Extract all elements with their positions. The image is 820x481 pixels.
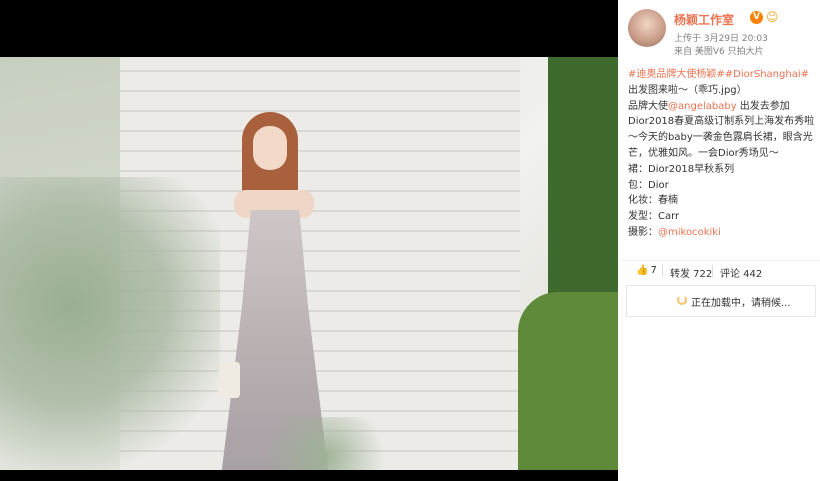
action-bar: 👍 7 转发 722 评论 442: [618, 260, 820, 281]
loading-text: 正在加载中，请稍候...: [691, 298, 791, 309]
avatar[interactable]: [628, 9, 666, 47]
post-side-panel: 杨颖工作室 V ☺ 上传于 3月29日 20:03 来自 美图V6 只拍大片 #…: [618, 0, 820, 481]
photo-hedge: [518, 292, 618, 470]
post-bag: 包：Dior: [628, 179, 669, 191]
photo-face: [253, 126, 287, 170]
post-line-1: #迪奥品牌大使杨颖##DiorShanghai# 出发图来啦～（乖巧.jpg）: [628, 67, 816, 99]
photo-viewer: [0, 0, 618, 481]
mention-link[interactable]: @mikocokiki: [658, 227, 721, 238]
photo-bag: [218, 362, 240, 398]
vip-emoji-icon: ☺: [766, 10, 779, 24]
verified-icon: V: [750, 11, 763, 24]
post-text: #迪奥品牌大使杨颖##DiorShanghai# 出发图来啦～（乖巧.jpg） 品…: [628, 67, 816, 241]
post-line-2: 品牌大使@angelababy 出发去参加Dior2018春夏高级订制系列上海发…: [628, 99, 816, 162]
hashtag-link[interactable]: #迪奥品牌大使杨颖#: [628, 69, 725, 80]
post-source: 来自 美图V6 只拍大片: [674, 47, 764, 57]
photo-foreground-leaves-2: [250, 417, 400, 470]
comment-button[interactable]: 评论 442: [720, 265, 762, 280]
like-button[interactable]: 👍 7: [636, 265, 657, 276]
thumbs-up-icon: 👍: [636, 265, 649, 276]
photo-label: 摄影：: [628, 226, 658, 238]
loading-box: 正在加载中，请稍候...: [626, 285, 816, 317]
post-line-2a: 品牌大使: [628, 100, 668, 112]
author-name[interactable]: 杨颖工作室: [674, 11, 734, 28]
post-time: 上传于 3月29日 20:03: [674, 34, 768, 44]
repost-button[interactable]: 转发 722: [670, 265, 712, 280]
spinner-icon: [677, 295, 687, 305]
action-divider: [662, 265, 663, 277]
action-divider: [712, 265, 713, 277]
post-dress: 裙：Dior2018早秋系列: [628, 163, 735, 175]
mention-link[interactable]: @angelababy: [668, 101, 737, 112]
photo-lawn: [548, 57, 618, 317]
post-line-1-tail: 出发图来啦～（乖巧.jpg）: [628, 84, 747, 96]
photo-foreground-leaves: [0, 177, 220, 470]
hashtag-link[interactable]: #DiorShanghai#: [725, 69, 809, 80]
post-photographer: 摄影：@mikocokiki: [628, 225, 816, 241]
like-count: 7: [650, 265, 657, 276]
post-photo[interactable]: [0, 57, 618, 470]
post-makeup: 化妆：春楠: [628, 195, 678, 207]
post-hair: 发型：Carr: [628, 211, 680, 223]
